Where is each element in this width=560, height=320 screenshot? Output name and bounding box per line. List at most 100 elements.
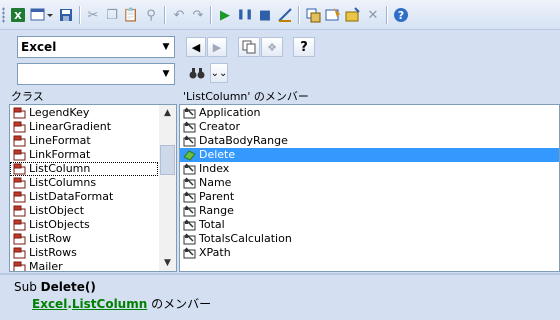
help-icon[interactable]: ? [392,6,410,24]
members-list[interactable]: Application Creator DataBodyRange Delete Ind… [179,104,560,272]
class-item[interactable]: Mailer [10,260,158,272]
member-item-label: XPath [199,246,231,259]
splitter[interactable] [0,273,560,275]
property-icon [182,120,196,134]
scroll-up-icon[interactable]: ▲ [159,105,176,121]
class-item[interactable]: LinkFormat [10,148,158,162]
member-item[interactable]: TotalsCalculation [180,232,559,246]
class-icon [12,176,26,190]
library-link[interactable]: Excel [32,297,67,311]
class-item[interactable]: ListObject [10,204,158,218]
redo-icon[interactable]: ↷ [189,6,207,24]
member-name: Delete() [40,280,96,294]
classes-list[interactable]: Mailer ListRows ListRow ListObjects ListObje… [9,104,177,272]
member-item-label: TotalsCalculation [199,232,292,245]
class-item[interactable]: ListDataFormat [10,190,158,204]
member-item[interactable]: Range [180,204,559,218]
properties-icon[interactable] [324,6,342,24]
copy-to-clipboard-button[interactable] [238,37,260,57]
class-item-label: ListColumns [29,176,97,189]
class-item[interactable]: ListObjects [10,218,158,232]
toolbar: X ✂ ❐ 📋 ⚲ ↶ ↷ ▶ ❚❚ ■ ✕ ? [0,0,560,30]
forward-button[interactable]: ▶ [207,37,227,57]
sub-keyword: Sub [14,280,37,294]
members-panel-title: 'ListColumn' のメンバー [183,90,309,103]
member-item[interactable]: Creator [180,120,559,134]
save-icon[interactable] [57,6,75,24]
chevron-down-icon[interactable]: ▼ [158,64,174,84]
view-definition-button[interactable]: ❖ [261,37,283,57]
class-item-label: LineFormat [29,134,91,147]
property-icon [182,106,196,120]
class-item[interactable]: ListRows [10,246,158,260]
cut-icon[interactable]: ✂ [84,6,102,24]
chevron-down-icon[interactable]: ▼ [158,37,174,57]
help-button[interactable]: ? [293,37,315,57]
class-item-label: ListDataFormat [29,190,114,203]
member-signature: Sub Delete() [14,280,96,294]
member-item[interactable]: Total [180,218,559,232]
member-item[interactable]: Delete [180,148,559,162]
member-item[interactable]: XPath [180,246,559,260]
class-item-label: ListObject [29,204,85,217]
class-item-label: ListColumn [29,162,91,175]
svg-text:?: ? [398,9,404,22]
class-icon [12,246,26,260]
class-item[interactable]: LinearGradient [10,120,158,134]
member-item-label: Total [199,218,225,231]
toggle-search-results-button[interactable]: ⌄⌄ [210,63,228,83]
scroll-down-icon[interactable]: ▼ [159,255,176,271]
undo-icon[interactable]: ↶ [170,6,188,24]
excel-icon[interactable]: X [9,6,27,24]
class-icon [12,190,26,204]
library-select-value: Excel [21,40,57,54]
class-icon [12,106,26,120]
member-item[interactable]: Application [180,106,559,120]
scroll-thumb[interactable] [160,145,175,175]
class-icon [12,120,26,134]
double-chevron-down-icon: ⌄⌄ [210,67,228,79]
copy-icon[interactable]: ❐ [103,6,121,24]
class-item[interactable]: LineFormat [10,134,158,148]
back-button[interactable]: ◀ [186,37,206,57]
find-icon[interactable]: ⚲ [142,6,160,24]
class-item[interactable]: ListColumns [10,176,158,190]
stop-icon[interactable]: ■ [256,6,274,24]
library-select[interactable]: Excel ▼ [17,36,175,58]
member-item[interactable]: Name [180,176,559,190]
object-browser-icon[interactable] [344,6,362,24]
search-button[interactable] [186,63,208,83]
pause-icon[interactable]: ❚❚ [236,6,254,24]
member-item[interactable]: DataBodyRange [180,134,559,148]
class-icon [12,260,26,271]
member-item-label: Range [199,204,234,217]
toolbar-grip[interactable] [2,7,5,23]
member-item[interactable]: Index [180,162,559,176]
project-explorer-icon[interactable] [304,6,322,24]
property-icon [182,232,196,246]
member-item-label: DataBodyRange [199,134,288,147]
class-item[interactable]: ListRow [10,232,158,246]
classes-scrollbar[interactable]: ▲ ▼ [159,105,176,271]
search-input[interactable]: ▼ [17,63,175,85]
property-icon [182,176,196,190]
class-item-label: ListRows [29,246,77,259]
class-item-label: Mailer [29,260,63,272]
class-item[interactable]: ListColumn [10,162,158,176]
class-icon [12,162,26,176]
insert-object-icon[interactable] [30,6,54,24]
view-definition-icon: ❖ [267,40,277,54]
method-icon [182,148,196,162]
member-item-label: Delete [199,148,236,161]
class-item[interactable]: LegendKey [10,106,158,120]
run-icon[interactable]: ▶ [216,6,234,24]
member-item[interactable]: Parent [180,190,559,204]
class-icon [12,204,26,218]
class-link[interactable]: ListColumn [72,297,147,311]
arrow-right-icon: ▶ [212,40,222,54]
design-mode-icon[interactable] [276,6,294,24]
toolbox-icon[interactable]: ✕ [364,6,382,24]
member-item-label: Index [199,162,230,175]
class-icon [12,232,26,246]
paste-icon[interactable]: 📋 [122,6,140,24]
